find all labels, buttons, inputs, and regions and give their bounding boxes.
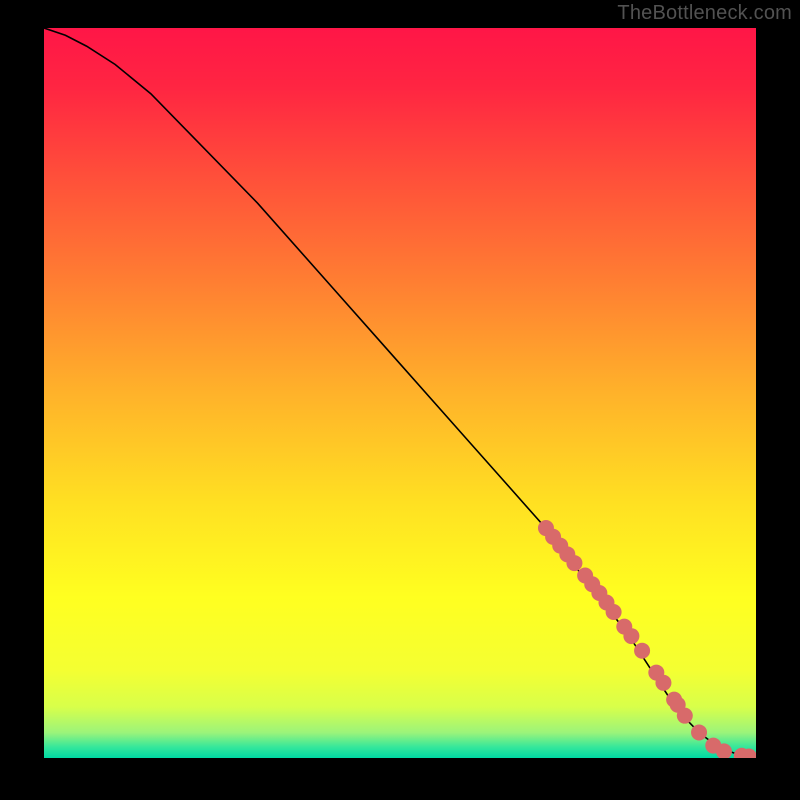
marker-point	[623, 628, 639, 644]
marker-point	[677, 708, 693, 724]
marker-point	[655, 675, 671, 691]
curve-layer	[44, 28, 756, 758]
plot-area	[44, 28, 756, 758]
attribution-label: TheBottleneck.com	[617, 2, 792, 25]
marker-point	[634, 643, 650, 659]
chart-frame: TheBottleneck.com	[0, 0, 800, 800]
curve-markers	[538, 520, 756, 758]
marker-point	[566, 555, 582, 571]
marker-point	[691, 724, 707, 740]
marker-point	[606, 604, 622, 620]
